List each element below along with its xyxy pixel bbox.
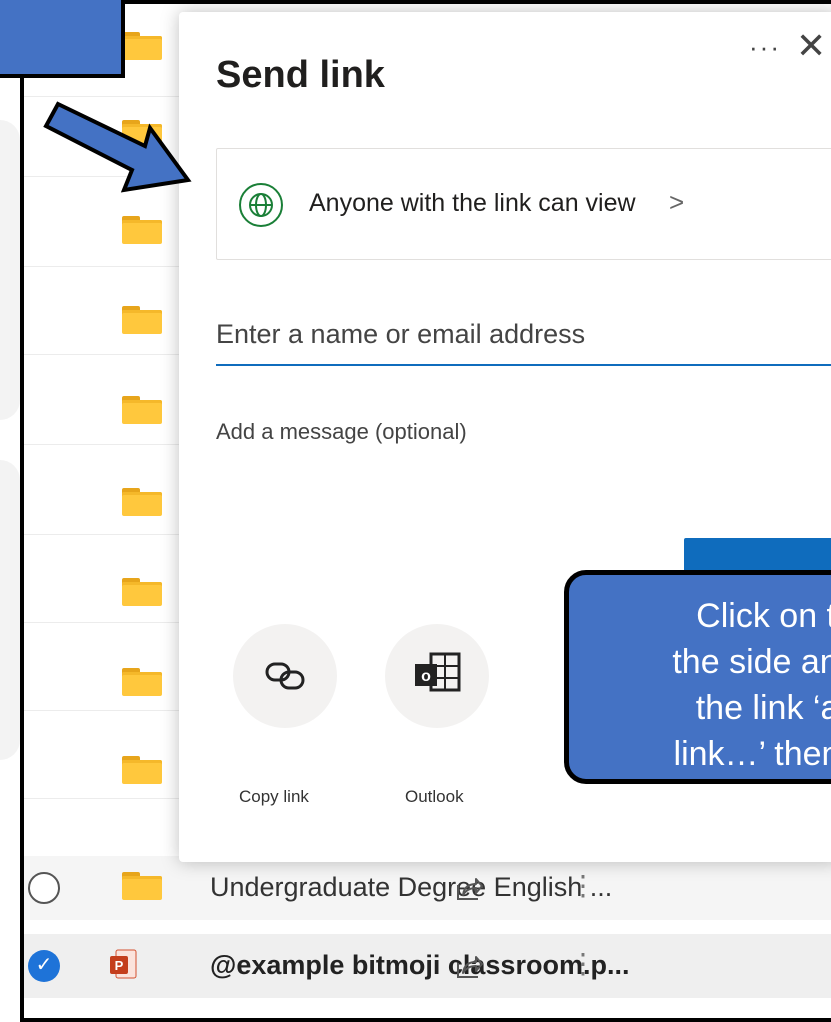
annotation-arrow-icon [43,101,192,193]
